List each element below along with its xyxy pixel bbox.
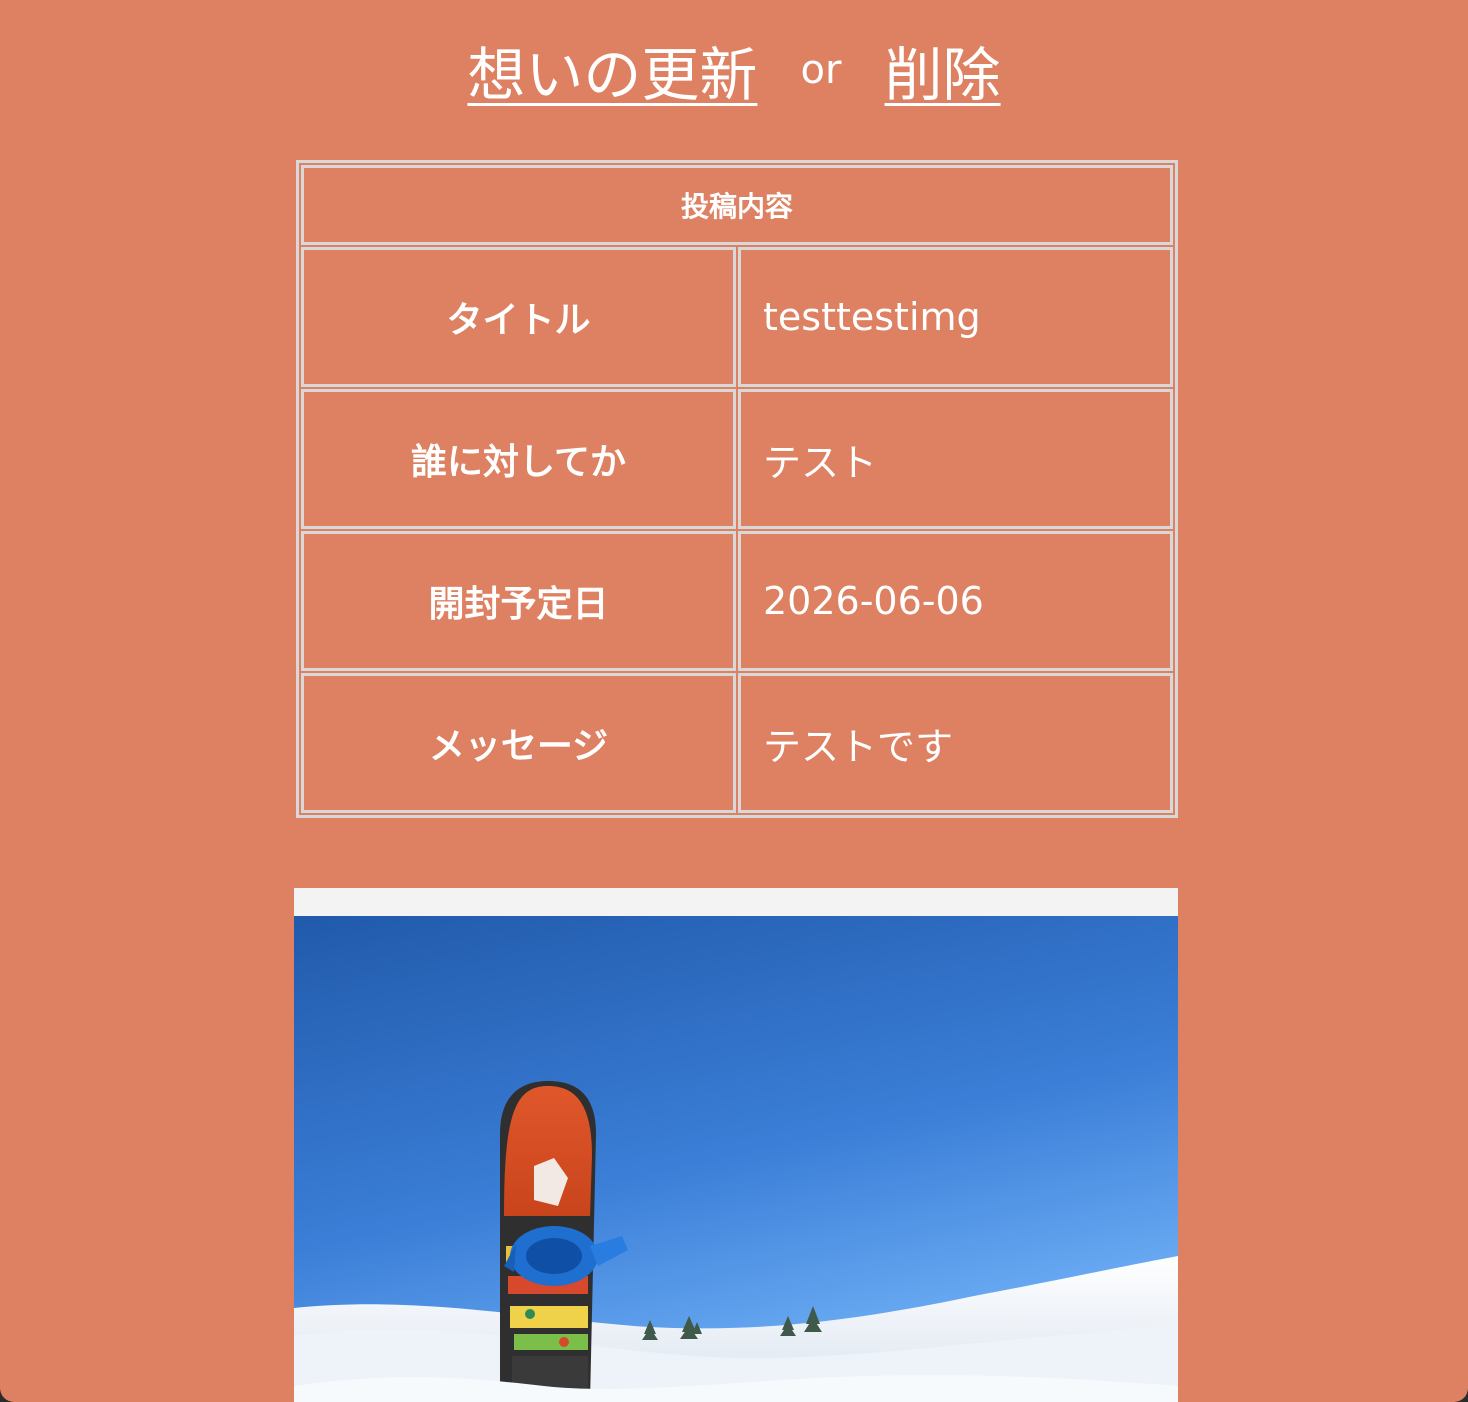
page: 想いの更新 or 削除 投稿内容 タイトル testtestimg 誰に対してか… — [0, 0, 1468, 1402]
table-row: メッセージ テストです — [301, 673, 1173, 813]
table-row: タイトル testtestimg — [301, 247, 1173, 387]
recipient-value: テスト — [738, 389, 1173, 529]
page-heading: 想いの更新 or 削除 — [0, 28, 1468, 112]
table-row: 誰に対してか テスト — [301, 389, 1173, 529]
post-image — [294, 888, 1178, 1402]
open-date-value: 2026-06-06 — [738, 531, 1173, 671]
update-link[interactable]: 想いの更新 — [467, 41, 757, 109]
post-caption: 投稿内容 — [301, 165, 1173, 245]
snowboard-photo — [294, 916, 1178, 1402]
post-details-table: 投稿内容 タイトル testtestimg 誰に対してか テスト 開封予定日 2… — [296, 160, 1178, 818]
delete-link[interactable]: 削除 — [885, 41, 1001, 109]
recipient-label: 誰に対してか — [301, 389, 736, 529]
message-label: メッセージ — [301, 673, 736, 813]
table-row: 開封予定日 2026-06-06 — [301, 531, 1173, 671]
heading-separator: or — [800, 47, 842, 93]
table-header-row: 投稿内容 — [301, 165, 1173, 245]
title-value: testtestimg — [738, 247, 1173, 387]
open-date-label: 開封予定日 — [301, 531, 736, 671]
title-label: タイトル — [301, 247, 736, 387]
message-value: テストです — [738, 673, 1173, 813]
